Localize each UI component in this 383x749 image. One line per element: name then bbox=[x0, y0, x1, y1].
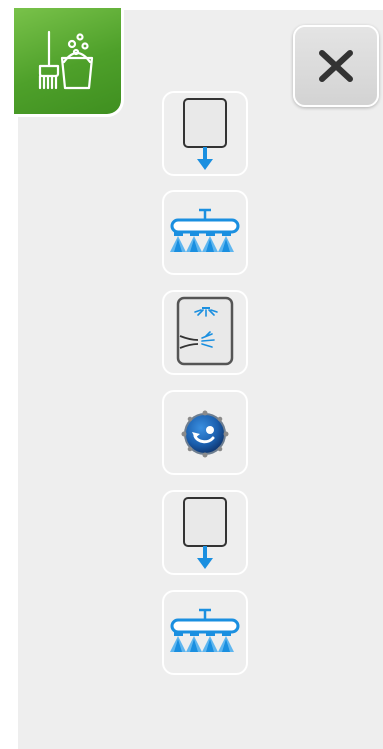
cleaning-bucket-broom-icon bbox=[38, 30, 94, 90]
tank-drain-arrow-icon bbox=[183, 497, 227, 569]
close-button[interactable] bbox=[293, 25, 379, 107]
program-step-wash[interactable] bbox=[162, 290, 248, 375]
tank-drain-arrow-icon bbox=[183, 98, 227, 170]
program-step-drain[interactable] bbox=[162, 91, 248, 176]
close-x-icon bbox=[319, 50, 353, 82]
screen bbox=[0, 0, 383, 749]
spray-arm-rinse-icon bbox=[170, 208, 240, 252]
spray-arm-rinse-icon bbox=[170, 608, 240, 652]
program-step-rinse[interactable] bbox=[162, 590, 248, 675]
program-step-drain[interactable] bbox=[162, 490, 248, 575]
program-step-rinse[interactable] bbox=[162, 190, 248, 275]
circulation-pump-icon bbox=[181, 410, 229, 458]
program-step-pump[interactable] bbox=[162, 390, 248, 475]
cleaning-mode-badge bbox=[14, 8, 121, 114]
chamber-wash-jets-icon bbox=[176, 296, 234, 366]
